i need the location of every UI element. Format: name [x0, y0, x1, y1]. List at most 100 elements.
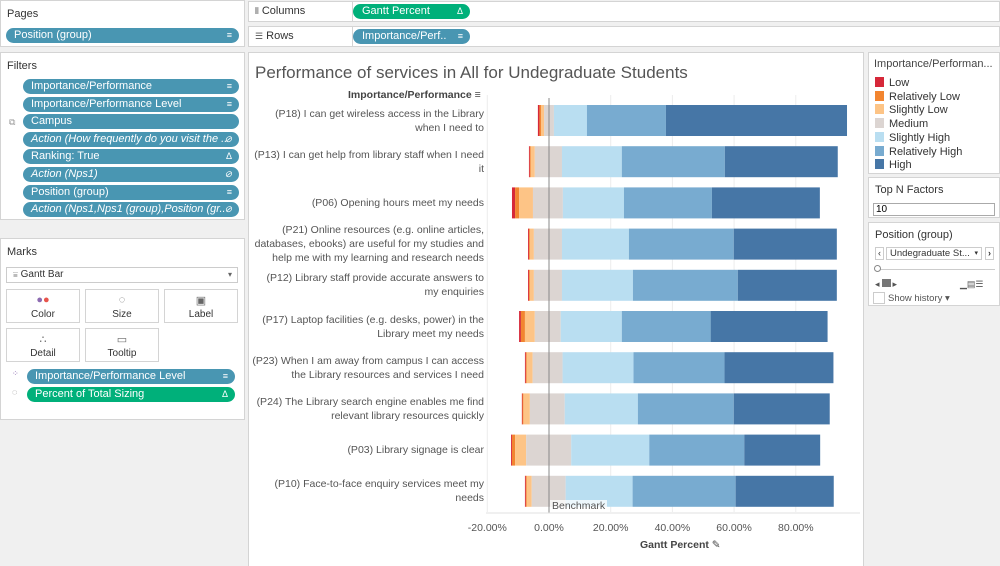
- slider-handle[interactable]: [874, 265, 881, 272]
- row-label[interactable]: (P12) Library staff provide accurate ans…: [244, 271, 485, 299]
- row-label[interactable]: (P03) Library signage is clear: [244, 443, 484, 457]
- chevron-down-icon: ▾: [227, 270, 232, 279]
- chart-title: Performance of services in All for Undeg…: [255, 63, 688, 82]
- row-label[interactable]: (P23) When I am away from campus I can a…: [244, 354, 484, 382]
- speed-controls[interactable]: ▁▤☰: [960, 279, 984, 290]
- row-label[interactable]: (P06) Opening hours meet my needs: [244, 196, 484, 210]
- link-icon: ⊘: [224, 204, 232, 215]
- color-legend: Importance/Performan... Low Relatively Lo…: [868, 52, 1000, 174]
- columns-shelf[interactable]: ⫴ Columns Gantt Percent Δ: [248, 1, 1000, 22]
- columns-icon: ⫴: [255, 6, 259, 16]
- page-select[interactable]: Undegraduate St... ▾: [886, 247, 982, 260]
- prev-page-button[interactable]: ‹: [875, 247, 884, 260]
- legend-item[interactable]: Low: [875, 77, 909, 91]
- page-control-title: Position (group): [875, 229, 953, 241]
- filter-pill[interactable]: Importance/Performance ≡: [23, 79, 239, 94]
- campus-context-icon: ⧉: [9, 117, 16, 127]
- legend-swatch: [875, 159, 884, 170]
- topn-card: Top N Factors: [868, 177, 1000, 218]
- size-icon: ◌: [12, 387, 18, 397]
- delta-icon: Δ: [456, 6, 463, 16]
- next-page-button[interactable]: ›: [985, 247, 994, 260]
- x-tick-label: 0.00%: [534, 522, 564, 534]
- legend-swatch: [875, 90, 884, 101]
- page-slider[interactable]: [877, 269, 995, 270]
- label-button[interactable]: ▣ Label: [164, 289, 238, 323]
- legend-swatch: [875, 131, 884, 142]
- show-history-checkbox[interactable]: [873, 292, 885, 304]
- x-tick-label: 60.00%: [716, 522, 752, 534]
- filters-title: Filters: [7, 60, 37, 72]
- link-icon: ⊘: [224, 133, 232, 144]
- color-icon: ⁘: [12, 369, 19, 378]
- legend-item[interactable]: High: [875, 159, 912, 173]
- chevron-down-icon: ▾: [974, 250, 978, 257]
- row-label[interactable]: (P24) The Library search engine enables …: [244, 395, 484, 423]
- show-history-label[interactable]: Show history ▾: [888, 293, 950, 304]
- filter-pill[interactable]: Action (Nps1) ⊘: [23, 167, 239, 182]
- page-control: Position (group) ‹ Undegraduate St... ▾ …: [868, 222, 1000, 306]
- row-label[interactable]: (P17) Laptop facilities (e.g. desks, pow…: [244, 313, 484, 341]
- filter-pill[interactable]: Importance/Performance Level ≡: [23, 96, 239, 112]
- filter-pill[interactable]: Position (group) ≡: [23, 184, 239, 200]
- legend-swatch: [875, 145, 884, 156]
- x-tick-label: 80.00%: [777, 522, 814, 534]
- topn-title: Top N Factors: [875, 184, 944, 196]
- rows-pill[interactable]: Importance/Perf.. ≡: [353, 29, 470, 44]
- benchmark-label: Benchmark: [550, 500, 608, 512]
- legend-title[interactable]: Importance/Performan...: [874, 58, 993, 70]
- sort-desc-icon: ≡: [226, 81, 232, 91]
- legend-item[interactable]: Medium: [875, 118, 928, 132]
- legend-item[interactable]: Relatively High: [875, 145, 962, 160]
- detail-icon: ∴: [39, 334, 47, 346]
- size-icon: ◌: [118, 294, 126, 306]
- sort-icon: ≡: [226, 186, 232, 197]
- legend-item[interactable]: Relatively Low: [875, 90, 960, 105]
- color-button[interactable]: ●● Color: [6, 289, 80, 323]
- marks-card: Marks ⩸ Gantt Bar ▾ ●● Color ◌ Size ▣ La…: [0, 238, 245, 420]
- pages-pill[interactable]: Position (group) ≡: [6, 28, 239, 43]
- pages-card: Pages Position (group) ≡: [0, 0, 245, 47]
- delta-icon: Δ: [221, 389, 228, 399]
- x-axis-title: Gantt Percent ✎: [640, 539, 721, 551]
- columns-pill[interactable]: Gantt Percent Δ: [353, 4, 470, 19]
- sort-icon: ≡: [226, 98, 232, 109]
- row-label[interactable]: (P10) Face-to-face enquiry services meet…: [244, 477, 485, 505]
- filter-pill[interactable]: Action (Nps1,Nps1 (group),Position (gr..…: [23, 202, 239, 218]
- rows-icon: ☰: [255, 31, 264, 41]
- legend-item[interactable]: Slightly High: [875, 131, 950, 146]
- legend-swatch: [875, 104, 884, 115]
- legend-swatch: [875, 77, 884, 87]
- row-label[interactable]: (P18) I can get wireless access in the L…: [244, 107, 484, 135]
- size-button[interactable]: ◌ Size: [85, 289, 159, 323]
- marks-color-pill[interactable]: Importance/Performance Level ≡: [27, 369, 235, 384]
- filter-pill[interactable]: Campus: [23, 114, 239, 130]
- tooltip-button[interactable]: ▭ Tooltip: [85, 328, 159, 362]
- row-label[interactable]: (P21) Online resources (e.g. online arti…: [244, 223, 484, 265]
- legend-item[interactable]: Slightly Low: [875, 104, 948, 118]
- link-icon: ⊘: [224, 169, 232, 179]
- playback-controls[interactable]: ◂ ▸: [875, 279, 897, 290]
- rows-shelf[interactable]: ☰ Rows Importance/Perf.. ≡: [248, 26, 1000, 47]
- topn-input[interactable]: [873, 203, 995, 216]
- marks-size-pill[interactable]: Percent of Total Sizing Δ: [27, 387, 235, 402]
- filters-card: Filters ⧉ Importance/Performance ≡ Importa…: [0, 52, 245, 220]
- label-icon: ▣: [195, 295, 207, 307]
- pin-icon: ✎: [711, 539, 721, 551]
- detail-button[interactable]: ∴ Detail: [6, 328, 80, 362]
- legend-swatch: [875, 118, 884, 129]
- x-tick-label: 40.00%: [654, 522, 691, 534]
- delta-icon: Δ: [225, 151, 232, 162]
- sort-desc-icon: ≡: [457, 31, 463, 41]
- gantt-icon: ⩸: [13, 270, 18, 279]
- mark-type-select[interactable]: ⩸ Gantt Bar ▾: [6, 267, 238, 283]
- sort-icon: ≡: [222, 371, 228, 381]
- filter-pill[interactable]: Action (How frequently do you visit the …: [23, 131, 239, 147]
- x-tick-label: 20.00%: [592, 522, 629, 534]
- tooltip-icon: ▭: [116, 334, 128, 346]
- x-tick-label: -20.00%: [467, 522, 507, 534]
- filter-pill[interactable]: Ranking: True Δ: [23, 149, 239, 165]
- row-labels: (P18) I can get wireless access in the L…: [244, 100, 484, 520]
- row-label[interactable]: (P13) I can get help from library staff …: [244, 148, 484, 176]
- color-icon: ●●: [36, 294, 50, 306]
